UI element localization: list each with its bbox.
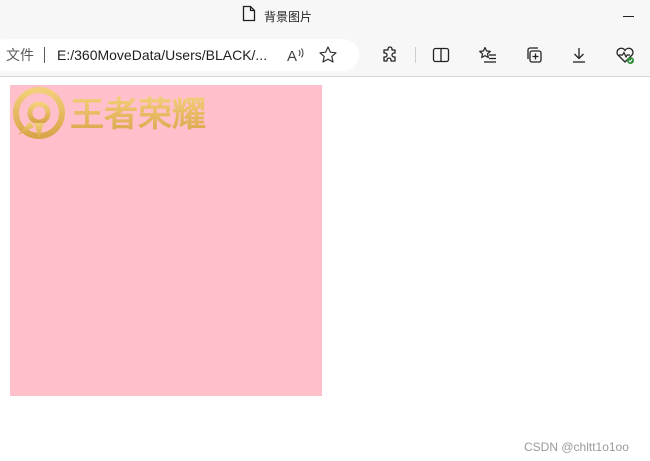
title-bar: 背景图片 [0,0,650,34]
minimize-button[interactable] [618,6,638,26]
favorite-star-icon[interactable] [317,44,339,66]
minimize-icon [622,15,634,17]
browser-toolbar: 文件 E:/360MoveData/Users/BLACK/... A [0,34,650,77]
url-text[interactable]: E:/360MoveData/Users/BLACK/... [57,47,269,63]
browser-window: 背景图片 文件 E:/360MoveData/Users/BLACK/... A [0,0,650,461]
read-aloud-icon[interactable]: A [285,44,307,66]
scheme-label: 文件 [6,48,34,64]
tab-title[interactable]: 背景图片 [242,5,313,27]
address-divider [44,47,45,63]
collections-icon[interactable] [523,44,545,66]
svg-text:A: A [287,48,297,64]
extensions-icon[interactable] [380,44,402,66]
game-logo: 王者荣耀 [10,85,220,145]
address-bar[interactable]: 文件 E:/360MoveData/Users/BLACK/... A [0,39,359,71]
page-icon [242,5,256,27]
toolbar-divider [415,47,416,63]
favorites-list-icon[interactable] [477,44,499,66]
watermark-text: CSDN @chltt1o1oo [524,440,629,454]
split-screen-icon[interactable] [430,44,452,66]
window-title: 背景图片 [264,9,313,24]
download-icon[interactable] [568,44,590,66]
page-content: 王者荣耀 CSDN @chltt1o1oo [0,77,650,461]
background-image-box: 王者荣耀 [10,85,322,396]
svg-text:王者荣耀: 王者荣耀 [70,95,206,135]
browser-essentials-icon[interactable] [614,44,636,66]
